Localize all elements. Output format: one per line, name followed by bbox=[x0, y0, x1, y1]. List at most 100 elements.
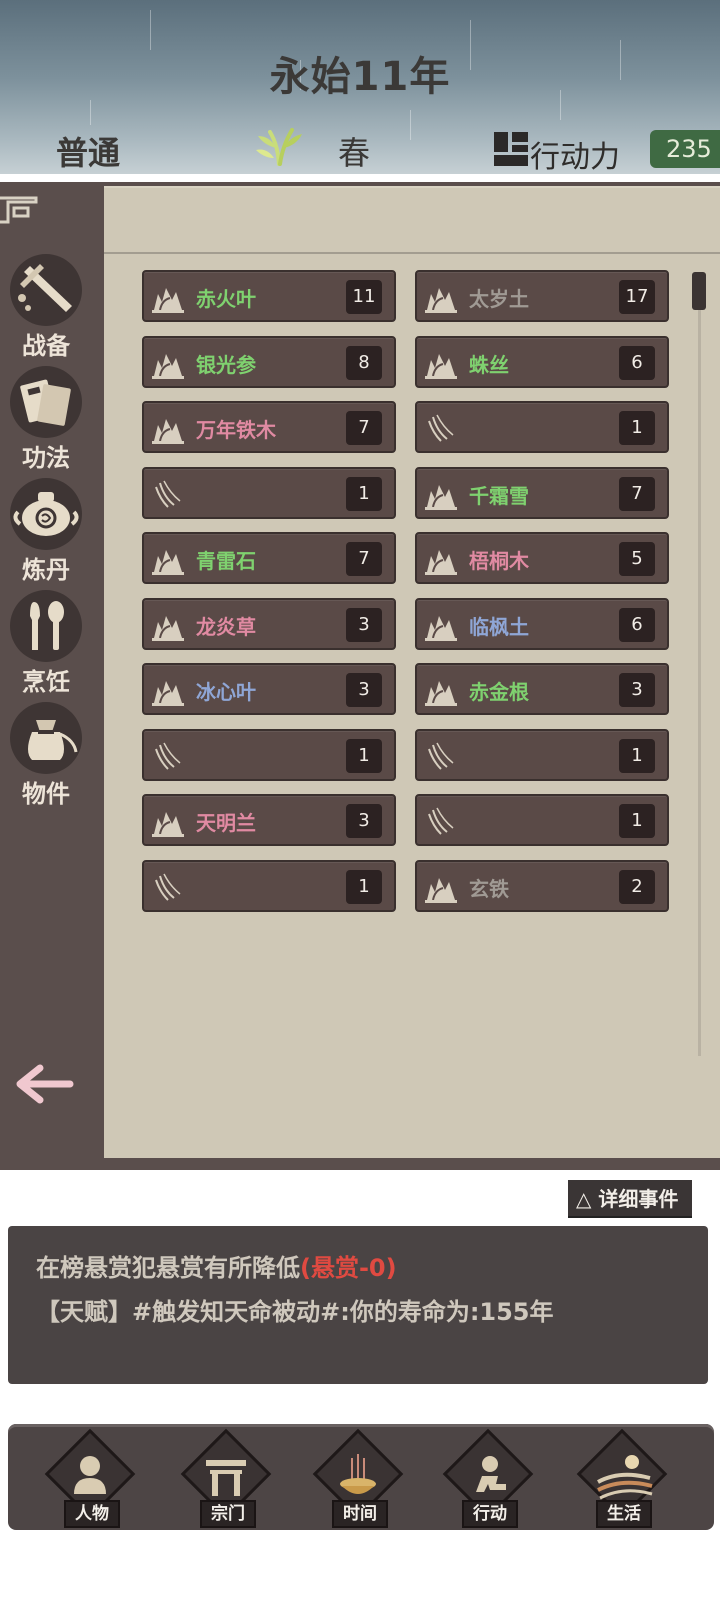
material-count: 7 bbox=[619, 477, 655, 511]
nav-sect-button[interactable]: 宗门 bbox=[174, 1428, 278, 1538]
herb-icon bbox=[150, 673, 186, 707]
herb-icon bbox=[423, 346, 459, 380]
material-count: 8 bbox=[346, 346, 382, 380]
material-card[interactable]: 1 bbox=[142, 467, 396, 519]
nav-life-button[interactable]: 生活 bbox=[570, 1428, 674, 1538]
action-points-icon bbox=[494, 132, 528, 166]
claw-icon bbox=[423, 739, 459, 773]
material-card[interactable]: 千霜雪 7 bbox=[415, 467, 669, 519]
material-card[interactable]: 天明兰 3 bbox=[142, 794, 396, 846]
material-count: 1 bbox=[346, 870, 382, 904]
material-name: 赤金根 bbox=[469, 680, 529, 704]
back-arrow-icon[interactable] bbox=[14, 1062, 74, 1106]
season-label: 春 bbox=[338, 134, 371, 172]
material-card[interactable]: 赤金根 3 bbox=[415, 663, 669, 715]
material-count: 6 bbox=[619, 608, 655, 642]
sidebar-item-cooking[interactable]: 烹饪 bbox=[6, 590, 86, 696]
log-line: 在榜悬赏犯悬赏有所降低(悬赏-0) bbox=[36, 1248, 397, 1283]
material-card[interactable]: 1 bbox=[142, 860, 396, 912]
material-name: 冰心叶 bbox=[196, 680, 256, 704]
nav-action-button[interactable]: 行动 bbox=[436, 1428, 540, 1538]
content-divider bbox=[104, 252, 720, 254]
nav-label: 生活 bbox=[596, 1500, 652, 1528]
inventory-panel: 战备 功法 炼丹 烹饪 物件 赤火叶 11 太岁土 17 银光参 8 蛛丝 6 … bbox=[0, 182, 720, 1170]
material-count: 1 bbox=[619, 804, 655, 838]
sidebar-item-items[interactable]: 物件 bbox=[6, 702, 86, 808]
herb-icon bbox=[423, 673, 459, 707]
material-name: 玄铁 bbox=[469, 877, 509, 901]
nav-time-button[interactable]: 时间 bbox=[306, 1428, 410, 1538]
material-count: 3 bbox=[346, 608, 382, 642]
inventory-content: 赤火叶 11 太岁土 17 银光参 8 蛛丝 6 万年铁木 7 1 1 千霜雪 7 青雷石 7 梧桐木 5 龙炎草 3… bbox=[104, 186, 720, 1158]
person-icon bbox=[74, 1456, 106, 1494]
material-card[interactable]: 临枫土 6 bbox=[415, 598, 669, 650]
material-card[interactable]: 1 bbox=[415, 401, 669, 453]
material-card[interactable]: 太岁土 17 bbox=[415, 270, 669, 322]
material-card[interactable]: 1 bbox=[415, 729, 669, 781]
herb-icon bbox=[423, 870, 459, 904]
material-name: 天明兰 bbox=[196, 811, 256, 835]
cauldron-icon bbox=[13, 492, 79, 536]
material-name: 万年铁木 bbox=[196, 418, 276, 442]
scrollbar-thumb[interactable] bbox=[692, 272, 706, 310]
sidebar-item-label: 炼丹 bbox=[22, 556, 70, 584]
material-card[interactable]: 冰心叶 3 bbox=[142, 663, 396, 715]
material-count: 17 bbox=[619, 280, 655, 314]
sidebar-item-equipment[interactable]: 战备 bbox=[6, 254, 86, 360]
material-card[interactable]: 蛛丝 6 bbox=[415, 336, 669, 388]
landscape-icon bbox=[597, 1455, 653, 1500]
material-card[interactable]: 梧桐木 5 bbox=[415, 532, 669, 584]
log-line: 【天赋】#触发知天命被动#:你的寿命为:155年 bbox=[36, 1298, 554, 1326]
nav-character-button[interactable]: 人物 bbox=[38, 1428, 142, 1538]
material-card[interactable]: 赤火叶 11 bbox=[142, 270, 396, 322]
material-name: 青雷石 bbox=[196, 549, 256, 573]
category-sidebar: 战备 功法 炼丹 烹饪 物件 bbox=[0, 182, 102, 1160]
herb-icon bbox=[150, 411, 186, 445]
material-card[interactable]: 玄铁 2 bbox=[415, 860, 669, 912]
incense-icon bbox=[340, 1454, 376, 1494]
nav-label: 行动 bbox=[462, 1500, 518, 1528]
action-points-label: 行动力 bbox=[530, 140, 620, 174]
sidebar-item-label: 战备 bbox=[22, 332, 70, 360]
bottom-navigation: 人物 宗门 时间 行动 生活 bbox=[8, 1424, 714, 1530]
material-name: 临枫土 bbox=[469, 615, 529, 639]
material-card[interactable]: 1 bbox=[142, 729, 396, 781]
material-count: 6 bbox=[619, 346, 655, 380]
material-card[interactable]: 万年铁木 7 bbox=[142, 401, 396, 453]
gate-icon bbox=[206, 1460, 246, 1496]
material-card[interactable]: 1 bbox=[415, 794, 669, 846]
material-count: 1 bbox=[619, 411, 655, 445]
material-name: 蛛丝 bbox=[469, 353, 509, 377]
material-count: 1 bbox=[619, 739, 655, 773]
material-card[interactable]: 龙炎草 3 bbox=[142, 598, 396, 650]
spring-sprout-icon bbox=[256, 128, 302, 166]
material-card[interactable]: 银光参 8 bbox=[142, 336, 396, 388]
action-points-value: 235 bbox=[650, 130, 720, 168]
scrollbar-track[interactable] bbox=[698, 274, 701, 1056]
pouch-icon bbox=[28, 720, 78, 760]
action-icon bbox=[476, 1456, 506, 1492]
material-count: 3 bbox=[619, 673, 655, 707]
claw-icon bbox=[150, 739, 186, 773]
herb-icon bbox=[423, 542, 459, 576]
material-count: 11 bbox=[346, 280, 382, 314]
herb-icon bbox=[423, 477, 459, 511]
sword-icon bbox=[18, 264, 72, 312]
bounty-change: (悬赏-0) bbox=[300, 1254, 397, 1282]
material-count: 3 bbox=[346, 673, 382, 707]
herb-icon bbox=[423, 280, 459, 314]
material-count: 2 bbox=[619, 870, 655, 904]
material-card[interactable]: 青雷石 7 bbox=[142, 532, 396, 584]
sidebar-item-skills[interactable]: 功法 bbox=[6, 366, 86, 472]
spoon-knife-icon bbox=[30, 601, 64, 650]
difficulty-label: 普通 bbox=[56, 134, 121, 172]
herb-icon bbox=[150, 608, 186, 642]
nav-label: 人物 bbox=[64, 1500, 120, 1528]
nav-label: 宗门 bbox=[200, 1500, 256, 1528]
herb-icon bbox=[423, 608, 459, 642]
herb-icon bbox=[150, 346, 186, 380]
sidebar-item-alchemy[interactable]: 炼丹 bbox=[6, 478, 86, 584]
material-name: 银光参 bbox=[196, 353, 256, 377]
material-name: 龙炎草 bbox=[196, 615, 256, 639]
detail-events-button[interactable]: △ 详细事件 bbox=[568, 1180, 692, 1218]
